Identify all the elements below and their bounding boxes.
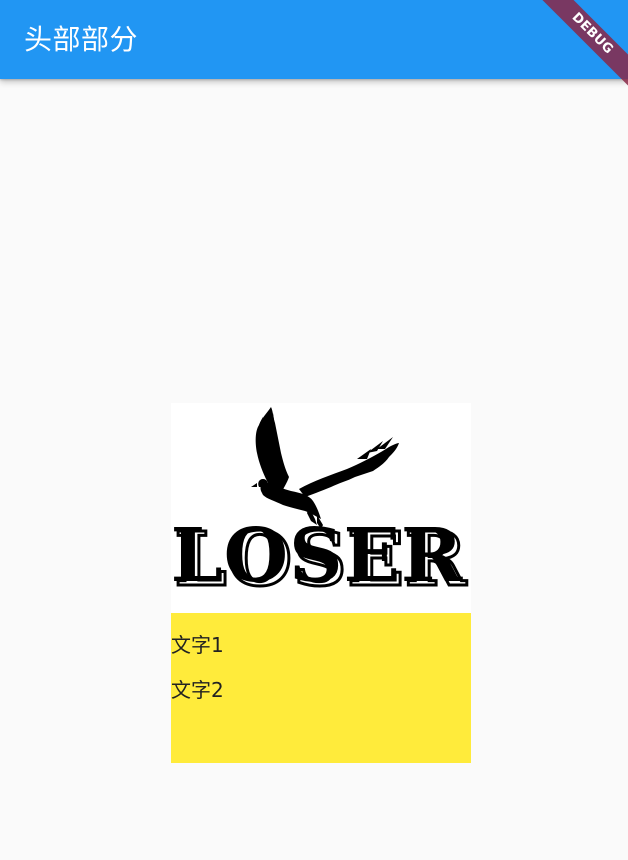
eagle-logo-svg: LOSER LOSER <box>171 407 468 605</box>
text-line-1: 文字1 <box>171 633 224 657</box>
content-card: LOSER LOSER 文字1 文字2 <box>171 403 471 763</box>
app-title: 头部部分 <box>24 23 139 56</box>
loser-wordmark-text: LOSER <box>171 513 463 599</box>
text-panel: 文字1 文字2 <box>171 613 471 763</box>
logo-image: LOSER LOSER <box>171 403 471 613</box>
eagle-icon <box>251 407 399 529</box>
app-bar: 头部部分 <box>0 0 628 79</box>
loser-wordmark: LOSER LOSER <box>171 513 468 605</box>
text-line-2: 文字2 <box>171 678 224 702</box>
